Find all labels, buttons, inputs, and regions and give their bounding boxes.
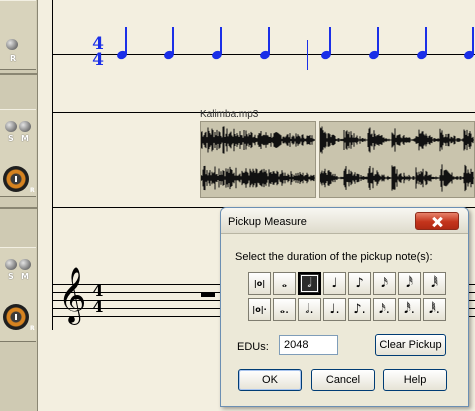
eighth-note-glyph: ♪: [355, 276, 364, 291]
quarter-note-button[interactable]: ♩: [323, 272, 346, 295]
track-2-volume-knob[interactable]: [3, 166, 29, 192]
sixty-fourth-note-glyph: 𝅘𝅥𝅱: [431, 276, 438, 291]
dotted-whole-note-button[interactable]: 𝅝.: [273, 298, 296, 321]
track-2-mute-label: M: [21, 134, 29, 143]
track-2-controls: S M R: [0, 109, 36, 197]
track-3-mute-button[interactable]: [19, 259, 31, 270]
time-signature-bottom: 4: [92, 50, 104, 70]
audio-track-top-line: [52, 112, 475, 113]
dotted-whole-note-glyph: 𝅝.: [279, 302, 290, 317]
track-2-mute-button[interactable]: [19, 121, 31, 132]
whole-note-glyph: 𝅝: [281, 276, 288, 291]
track-2-knob-label: R: [30, 187, 35, 194]
dotted-sixty-fourth-note-button[interactable]: 𝅘𝅥𝅱.: [423, 298, 446, 321]
staff-time-signature: 4 4: [92, 283, 104, 315]
track-3-knob-label: R: [30, 325, 35, 332]
pickup-measure-dialog: Pickup Measure Select the duration of th…: [220, 207, 469, 407]
dotted-eighth-note-button[interactable]: ♪.: [348, 298, 371, 321]
dotted-double-whole-note-glyph: |o|·: [252, 304, 267, 314]
waveform: [320, 126, 474, 192]
track-3-controls: S M R: [0, 247, 36, 342]
ok-button[interactable]: OK: [238, 369, 302, 391]
dotted-quarter-note-glyph: ♩.: [329, 302, 340, 317]
dotted-eighth-note-glyph: ♪.: [353, 302, 366, 317]
thirty-second-note-glyph: 𝅘𝅥𝅰: [406, 276, 413, 291]
sixteenth-note-button[interactable]: 𝅘𝅥𝅯: [373, 272, 396, 295]
divider: [0, 73, 37, 75]
time-signature: 4 4: [91, 36, 105, 70]
dotted-half-note-glyph: 𝅗𝅥.: [305, 302, 314, 317]
audio-waveform-clip-1[interactable]: [200, 121, 316, 198]
dotted-quarter-note-button[interactable]: ♩.: [323, 298, 346, 321]
track-control-strip: R S M R S M R: [0, 0, 38, 411]
double-whole-note-glyph: |o|: [253, 278, 266, 288]
track-3-mute-label: M: [21, 272, 29, 281]
waveform: [201, 126, 315, 191]
track-2-solo-button[interactable]: [5, 121, 17, 132]
dotted-sixty-fourth-note-glyph: 𝅘𝅥𝅱.: [429, 302, 440, 317]
system-barline: [52, 0, 53, 330]
dotted-sixteenth-note-glyph: 𝅘𝅥𝅯.: [379, 302, 390, 317]
close-icon[interactable]: [415, 212, 459, 230]
dialog-title: Pickup Measure: [228, 216, 307, 228]
sixteenth-note-glyph: 𝅘𝅥𝅯: [381, 276, 388, 291]
quarter-note-glyph: ♩: [331, 276, 338, 291]
dotted-half-note-button[interactable]: 𝅗𝅥.: [298, 298, 321, 321]
double-whole-note-button[interactable]: |o|: [248, 272, 271, 295]
thirty-second-note-button[interactable]: 𝅘𝅥𝅰: [398, 272, 421, 295]
track-1-record-label: R: [10, 54, 17, 63]
dotted-double-whole-note-button[interactable]: |o|·: [248, 298, 271, 321]
track-3-solo-button[interactable]: [5, 259, 17, 270]
treble-clef: 𝄞: [58, 267, 87, 323]
track-1-record-button[interactable]: [6, 39, 18, 50]
edus-label: EDUs:: [237, 341, 269, 353]
cancel-button[interactable]: Cancel: [311, 369, 375, 391]
divider: [0, 207, 37, 209]
track-1-controls: R: [0, 0, 36, 70]
eighth-note-button[interactable]: ♪: [348, 272, 371, 295]
dotted-sixteenth-note-button[interactable]: 𝅘𝅥𝅯.: [373, 298, 396, 321]
dotted-thirty-second-note-glyph: 𝅘𝅥𝅰.: [404, 302, 415, 317]
audio-waveform-clip-2[interactable]: [319, 121, 475, 198]
dotted-thirty-second-note-button[interactable]: 𝅘𝅥𝅰.: [398, 298, 421, 321]
track-3-volume-knob[interactable]: [3, 304, 29, 330]
edus-input[interactable]: 2048: [279, 335, 338, 355]
sixty-fourth-note-button[interactable]: 𝅘𝅥𝅱: [423, 272, 446, 295]
staff-time-signature-bottom: 4: [92, 297, 104, 316]
half-note-button[interactable]: 𝅗𝅥: [298, 272, 321, 295]
duration-prompt: Select the duration of the pickup note(s…: [235, 251, 433, 263]
whole-note-button[interactable]: 𝅝: [273, 272, 296, 295]
whole-rest[interactable]: [201, 292, 215, 297]
clear-pickup-button[interactable]: Clear Pickup: [375, 334, 446, 356]
help-button[interactable]: Help: [383, 369, 447, 391]
track-3-solo-label: S: [8, 272, 14, 281]
audio-clip-title: Kalimba.mp3: [200, 109, 259, 120]
half-note-glyph: 𝅗𝅥: [307, 276, 312, 291]
dialog-titlebar[interactable]: Pickup Measure: [221, 208, 468, 234]
measure-barline: [307, 40, 308, 70]
track-2-solo-label: S: [8, 134, 14, 143]
